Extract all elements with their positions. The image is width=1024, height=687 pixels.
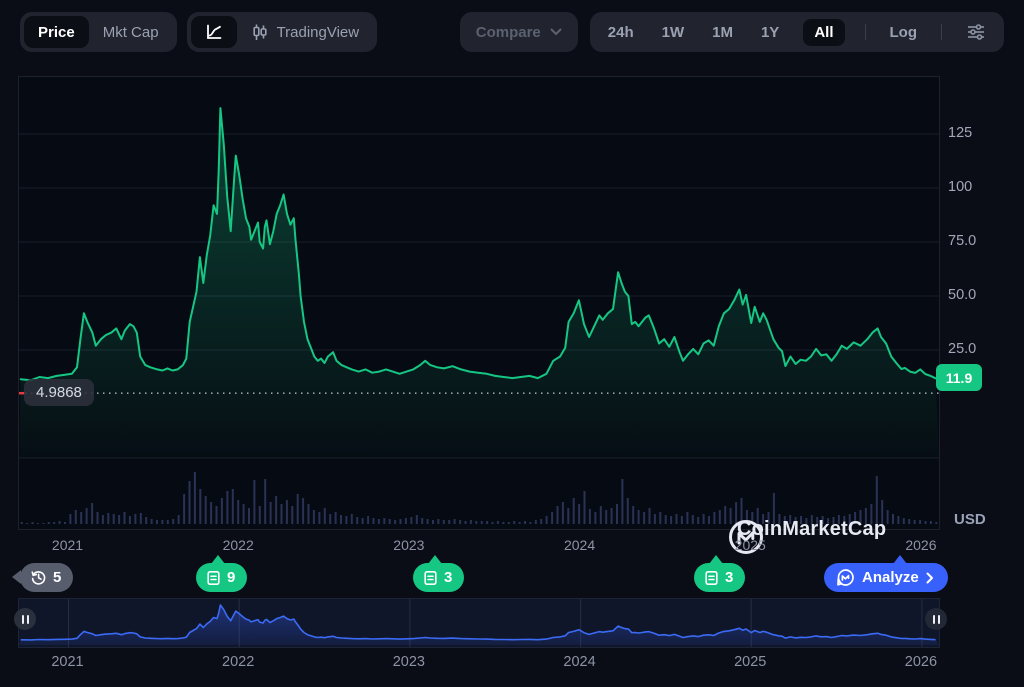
badge-left-pointer: [12, 570, 21, 584]
compare-button[interactable]: Compare: [460, 12, 578, 52]
sliders-icon: [966, 23, 986, 41]
analyze-button[interactable]: Analyze: [824, 563, 948, 592]
price-area-fill: [19, 108, 939, 458]
divider: [865, 24, 866, 40]
price-tab[interactable]: Price: [24, 16, 89, 48]
range-navigator[interactable]: [18, 598, 940, 648]
badge-pointer: [709, 555, 723, 564]
range-all-button[interactable]: All: [803, 19, 844, 46]
history-events-badge[interactable]: 5: [20, 563, 73, 592]
y-axis-label: 50.0: [948, 287, 976, 303]
range-24h-button[interactable]: 24h: [604, 19, 638, 46]
chevron-down-icon: [550, 28, 562, 36]
compare-label: Compare: [476, 24, 541, 41]
candlestick-icon: [251, 23, 269, 42]
cmc-chat-logo-icon: [836, 568, 855, 587]
currency-unit-label: USD: [954, 511, 986, 528]
news-article-icon: [704, 570, 719, 586]
news-article-icon: [423, 570, 438, 586]
navigator-year-label: 2021: [51, 654, 83, 670]
main-price-chart[interactable]: CoinMarketCap: [18, 76, 940, 530]
history-count: 5: [53, 569, 61, 586]
volume-bars: [21, 472, 938, 524]
current-price-badge: 11.9: [936, 364, 982, 391]
range-1w-button[interactable]: 1W: [658, 19, 689, 46]
navigator-year-label: 2026: [905, 654, 937, 670]
y-axis-label: 25.0: [948, 341, 976, 357]
price-chart-canvas: [19, 77, 939, 529]
metric-toggle-group: Price Mkt Cap: [20, 12, 177, 52]
handle-grip: [27, 615, 29, 624]
navigator-right-handle[interactable]: [925, 608, 947, 630]
handle-grip: [933, 615, 935, 624]
chart-type-toggle-group: TradingView: [187, 12, 378, 52]
time-range-group: 24h 1W 1M 1Y All Log: [590, 12, 1004, 52]
badge-pointer: [211, 555, 225, 564]
baseline-price-label: 4.9868: [24, 379, 94, 406]
navigator-year-label: 2023: [393, 654, 425, 670]
navigator-year-label: 2024: [563, 654, 595, 670]
price-chart-page: Price Mkt Cap: [0, 0, 1024, 687]
navigator-left-handle[interactable]: [14, 608, 36, 630]
news-count: 3: [444, 569, 452, 586]
navigator-canvas: [19, 599, 939, 647]
news-count: 3: [725, 569, 733, 586]
price-line: [21, 108, 936, 380]
news-badge-2022[interactable]: 9: [196, 563, 247, 592]
x-axis-label: 2026: [905, 537, 936, 553]
history-icon: [30, 569, 47, 586]
log-scale-button[interactable]: Log: [886, 19, 922, 46]
y-axis-label: 125: [948, 125, 972, 141]
x-axis-label: 2025: [735, 537, 766, 553]
navigator-year-label: 2022: [222, 654, 254, 670]
divider: [941, 24, 942, 40]
navigator-line: [21, 605, 936, 640]
y-axis-label: 75.0: [948, 233, 976, 249]
x-axis-label: 2021: [52, 537, 83, 553]
range-1y-button[interactable]: 1Y: [757, 19, 783, 46]
analyze-label: Analyze: [862, 569, 919, 586]
news-count: 9: [227, 569, 235, 586]
line-chart-icon: [204, 22, 224, 42]
navigator-year-label: 2025: [734, 654, 766, 670]
chart-settings-button[interactable]: [962, 18, 990, 46]
x-axis-label: 2022: [223, 537, 254, 553]
badge-pointer: [428, 555, 442, 564]
tradingview-mode-button[interactable]: TradingView: [237, 16, 374, 48]
chevron-right-icon: [926, 572, 934, 584]
y-axis-label: 100: [948, 179, 972, 195]
news-badge-2025[interactable]: 3: [694, 563, 745, 592]
badge-pointer: [893, 555, 907, 564]
tradingview-label: TradingView: [277, 24, 360, 41]
news-badge-2023[interactable]: 3: [413, 563, 464, 592]
x-axis-label: 2023: [393, 537, 424, 553]
range-1m-button[interactable]: 1M: [708, 19, 737, 46]
news-article-icon: [206, 570, 221, 586]
handle-grip: [938, 615, 940, 624]
line-chart-mode-button[interactable]: [191, 16, 237, 48]
chart-toolbar: Price Mkt Cap: [0, 12, 1024, 52]
mktcap-tab[interactable]: Mkt Cap: [89, 16, 173, 48]
x-axis-label: 2024: [564, 537, 595, 553]
handle-grip: [22, 615, 24, 624]
